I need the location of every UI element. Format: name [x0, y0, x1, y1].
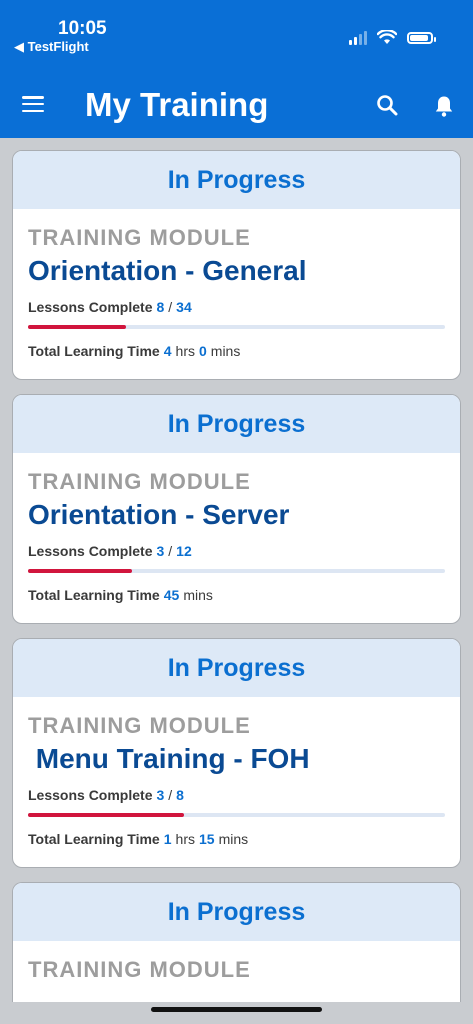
- card-status: In Progress: [13, 395, 460, 453]
- module-title: Orientation - Server: [28, 499, 290, 530]
- lessons-complete: Lessons Complete 3/8: [28, 787, 445, 803]
- card-kind: TRAINING MODULE: [28, 957, 251, 982]
- hamburger-menu-icon[interactable]: [22, 96, 44, 112]
- time-hours: 1: [163, 831, 172, 847]
- card-status: In Progress: [13, 883, 460, 941]
- learning-time: Total Learning Time 4 hrs 0 mins: [28, 343, 445, 359]
- lessons-done: 3: [156, 543, 165, 559]
- time-label: Total Learning Time: [28, 343, 160, 359]
- lessons-label: Lessons Complete: [28, 299, 153, 315]
- app-header: 10:05 ◀ TestFlight My Training: [0, 0, 473, 138]
- module-title: Orientation - General: [28, 255, 307, 286]
- lessons-total: 8: [176, 787, 184, 803]
- card-kind: TRAINING MODULE: [28, 469, 251, 494]
- lessons-total: 12: [176, 543, 192, 559]
- progress-bar: [28, 325, 445, 329]
- lessons-complete: Lessons Complete 3/12: [28, 543, 445, 559]
- lessons-done: 8: [156, 299, 165, 315]
- wifi-icon: [377, 30, 397, 44]
- lessons-label: Lessons Complete: [28, 543, 153, 559]
- time-hours: 4: [163, 343, 172, 359]
- training-card[interactable]: In Progress TRAINING MODULE Orientation …: [12, 150, 461, 380]
- progress-bar: [28, 813, 445, 817]
- training-card[interactable]: In Progress TRAINING MODULE: [12, 882, 461, 1002]
- card-kind: TRAINING MODULE: [28, 225, 251, 250]
- card-kind: TRAINING MODULE: [28, 713, 251, 738]
- time-mins-unit: mins: [183, 587, 213, 603]
- testflight-back-link[interactable]: ◀ TestFlight: [14, 39, 89, 55]
- module-title: Menu Training - FOH: [28, 743, 310, 774]
- time-hours-unit: hrs: [175, 831, 195, 847]
- lessons-label: Lessons Complete: [28, 787, 153, 803]
- time-mins: 45: [163, 587, 180, 603]
- lessons-separator: /: [168, 543, 173, 559]
- lessons-done: 3: [156, 787, 165, 803]
- progress-fill: [28, 325, 126, 329]
- battery-icon: [407, 31, 436, 44]
- bell-icon[interactable]: [432, 94, 456, 118]
- card-status: In Progress: [13, 639, 460, 697]
- time-mins: 15: [198, 831, 215, 847]
- training-module-list[interactable]: In Progress TRAINING MODULE Orientation …: [12, 150, 461, 1016]
- learning-time: Total Learning Time 45 mins: [28, 587, 445, 603]
- progress-fill: [28, 813, 185, 817]
- status-time: 10:05: [58, 18, 107, 39]
- page-title: My Training: [85, 86, 269, 123]
- training-card[interactable]: In Progress TRAINING MODULE Menu Trainin…: [12, 638, 461, 868]
- training-card[interactable]: In Progress TRAINING MODULE Orientation …: [12, 394, 461, 624]
- time-hours-unit: hrs: [175, 343, 195, 359]
- time-mins: 0: [198, 343, 207, 359]
- status-icons: [349, 30, 436, 45]
- cellular-signal-icon: [349, 30, 367, 45]
- home-indicator[interactable]: [151, 1007, 322, 1012]
- learning-time: Total Learning Time 1 hrs 15 mins: [28, 831, 445, 847]
- time-mins-unit: mins: [218, 831, 249, 847]
- card-status: In Progress: [13, 151, 460, 209]
- time-label: Total Learning Time: [28, 587, 160, 603]
- time-label: Total Learning Time: [28, 831, 160, 847]
- progress-fill: [28, 569, 133, 573]
- search-icon[interactable]: [376, 94, 398, 116]
- lessons-complete: Lessons Complete 8/34: [28, 299, 445, 315]
- time-mins-unit: mins: [210, 343, 241, 359]
- lessons-total: 34: [176, 299, 192, 315]
- progress-bar: [28, 569, 445, 573]
- lessons-separator: /: [168, 299, 173, 315]
- lessons-separator: /: [168, 787, 173, 803]
